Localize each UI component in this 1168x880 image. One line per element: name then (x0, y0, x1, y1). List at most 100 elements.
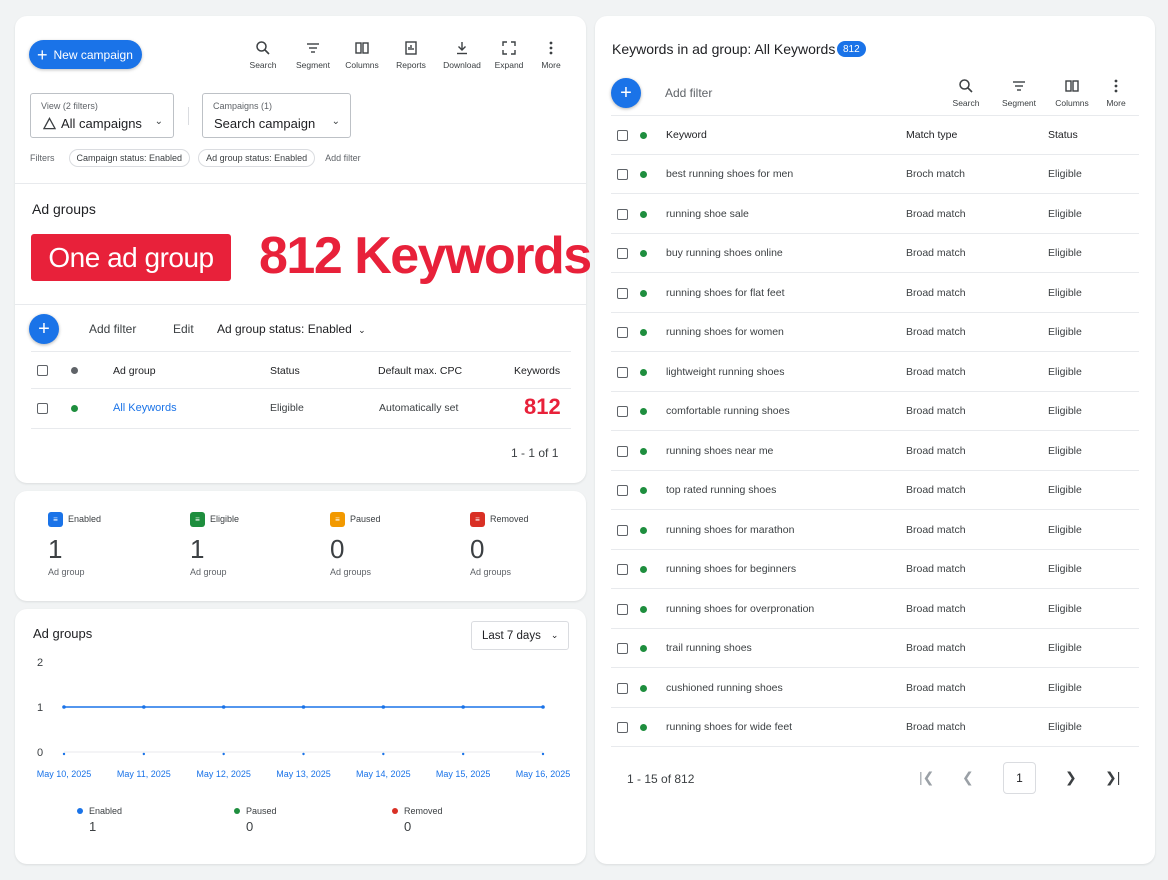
row-checkbox[interactable] (617, 643, 628, 654)
stat-eligible[interactable]: ≡ Eligible 1 Ad group (190, 512, 310, 602)
stat-paused[interactable]: ≡ Paused 0 Ad groups (330, 512, 450, 602)
keyword-row[interactable]: top rated running shoes Broad match Eligib… (611, 471, 1139, 510)
last-page-icon[interactable]: ❯| (1105, 769, 1120, 786)
row-checkbox[interactable] (617, 722, 628, 733)
select-all-checkbox[interactable] (617, 130, 628, 141)
keyword-text[interactable]: running shoes for marathon (666, 524, 794, 536)
add-filter-button[interactable]: Add filter (89, 322, 136, 336)
row-checkbox[interactable] (37, 403, 48, 414)
row-checkbox[interactable] (617, 445, 628, 457)
keyword-text[interactable]: running shoes for wide feet (666, 721, 792, 733)
row-checkbox[interactable] (617, 564, 628, 575)
row-checkbox[interactable] (617, 603, 628, 615)
keyword-text[interactable]: running shoes for overpronation (666, 603, 814, 615)
data-point[interactable] (142, 705, 146, 709)
header-ad-group[interactable]: Ad group (113, 365, 156, 377)
keyword-row[interactable]: buy running shoes online Broad match Eligi… (611, 234, 1139, 273)
add-filter-link[interactable]: Add filter (325, 153, 361, 163)
keyword-text[interactable]: cushioned running shoes (666, 682, 783, 694)
next-page-icon[interactable]: ❯ (1065, 769, 1077, 786)
keyword-row[interactable]: running shoes for overpronation Broad mat… (611, 590, 1139, 629)
row-checkbox[interactable] (617, 248, 628, 259)
row-checkbox[interactable] (617, 327, 628, 338)
new-campaign-button[interactable]: + New campaign (29, 40, 142, 69)
keyword-text[interactable]: trail running shoes (666, 642, 752, 654)
toolbar-segment-label: Segment (1001, 98, 1037, 108)
date-range-dropdown[interactable]: Last 7 days ⌄ (471, 621, 569, 650)
header-keywords[interactable]: Keywords (514, 365, 560, 377)
data-point[interactable] (301, 705, 306, 709)
add-keyword-button[interactable]: + (611, 78, 641, 108)
keyword-row[interactable]: lightweight running shoes Broad match Elig… (611, 353, 1139, 392)
data-point[interactable] (541, 705, 545, 709)
row-checkbox[interactable] (617, 524, 628, 536)
toolbar-segment[interactable]: Segment (296, 40, 330, 70)
toolbar-download[interactable]: Download (443, 40, 481, 70)
toolbar-expand[interactable]: Expand (494, 40, 524, 70)
row-checkbox[interactable] (617, 485, 628, 496)
keyword-text[interactable]: comfortable running shoes (666, 405, 790, 417)
toolbar-reports[interactable]: Reports (394, 40, 428, 70)
keyword-text[interactable]: buy running shoes online (666, 247, 783, 259)
data-point[interactable] (381, 705, 386, 709)
row-checkbox[interactable] (617, 208, 628, 220)
data-point[interactable] (461, 705, 465, 709)
keyword-row[interactable]: running shoes for marathon Broad match Eli… (611, 511, 1139, 550)
keyword-row[interactable]: running shoes for wide feet Broad match El… (611, 708, 1139, 747)
keyword-text[interactable]: lightweight running shoes (666, 366, 785, 378)
keyword-text[interactable]: running shoes near me (666, 445, 773, 457)
match-type: Broad match (906, 405, 966, 417)
previous-page-icon[interactable]: ❮ (962, 769, 974, 786)
row-checkbox[interactable] (617, 366, 628, 378)
keyword-row[interactable]: best running shoes for men Broch match Eli… (611, 155, 1139, 194)
header-status[interactable]: Status (270, 365, 300, 377)
data-point[interactable] (221, 705, 226, 709)
ad-group-keyword-count[interactable]: 812 (524, 394, 561, 420)
keyword-row[interactable]: running shoes near me Broad match Eligible (611, 432, 1139, 471)
row-checkbox[interactable] (617, 287, 628, 299)
stat-removed[interactable]: ≡ Removed 0 Ad groups (470, 512, 590, 602)
header-keyword[interactable]: Keyword (666, 129, 707, 141)
campaign-selector[interactable]: Campaigns (1) Search campaign ⌄ (202, 93, 351, 138)
first-page-icon[interactable]: |❮ (919, 769, 934, 786)
keyword-text[interactable]: best running shoes for men (666, 168, 793, 180)
keyword-row[interactable]: running shoes for women Broad match Eligib… (611, 313, 1139, 352)
match-type: Broad match (906, 326, 966, 338)
toolbar-columns[interactable]: Columns (1055, 78, 1089, 108)
keyword-text[interactable]: running shoes for flat feet (666, 287, 785, 299)
toolbar-columns[interactable]: Columns (345, 40, 379, 70)
header-default-max-cpc[interactable]: Default max. CPC (378, 365, 462, 377)
header-status[interactable]: Status (1048, 129, 1078, 141)
keyword-text[interactable]: running shoes for beginners (666, 563, 796, 575)
filter-chip-ad-group-status[interactable]: Ad group status: Enabled (198, 149, 316, 167)
keyword-row[interactable]: comfortable running shoes Broad match Elig… (611, 392, 1139, 431)
keyword-row[interactable]: running shoe sale Broad match Eligible (611, 195, 1139, 234)
toolbar-more[interactable]: More (538, 40, 564, 70)
ad-group-status-filter[interactable]: Ad group status: Enabled ⌄ (217, 322, 366, 336)
keyword-row[interactable]: cushioned running shoes Broad match Eligib… (611, 669, 1139, 708)
header-match-type[interactable]: Match type (906, 129, 957, 141)
select-all-checkbox[interactable] (37, 365, 48, 376)
toolbar-search[interactable]: Search (951, 78, 981, 108)
keyword-row[interactable]: running shoes for beginners Broad match El… (611, 550, 1139, 589)
data-point[interactable] (62, 705, 66, 709)
row-checkbox[interactable] (617, 406, 628, 417)
keyword-row[interactable]: trail running shoes Broad match Eligible (611, 629, 1139, 668)
keyword-text[interactable]: running shoe sale (666, 208, 749, 220)
keyword-row[interactable]: running shoes for flat feet Broad match El… (611, 274, 1139, 313)
keyword-text[interactable]: top rated running shoes (666, 484, 776, 496)
row-checkbox[interactable] (617, 682, 628, 694)
row-checkbox[interactable] (617, 169, 628, 180)
current-page[interactable]: 1 (1003, 762, 1036, 794)
add-ad-group-button[interactable]: + (29, 314, 59, 344)
add-filter-button[interactable]: Add filter (665, 86, 712, 100)
toolbar-search[interactable]: Search (247, 40, 279, 70)
keyword-text[interactable]: running shoes for women (666, 326, 784, 338)
view-selector[interactable]: View (2 filters) All campaigns ⌄ (30, 93, 174, 138)
ad-group-link[interactable]: All Keywords (113, 402, 177, 414)
edit-button[interactable]: Edit (173, 322, 194, 336)
filter-chip-campaign-status[interactable]: Campaign status: Enabled (68, 149, 191, 167)
toolbar-segment[interactable]: Segment (1002, 78, 1036, 108)
stat-enabled[interactable]: ≡ Enabled 1 Ad group (48, 512, 168, 602)
toolbar-more[interactable]: More (1103, 78, 1129, 108)
